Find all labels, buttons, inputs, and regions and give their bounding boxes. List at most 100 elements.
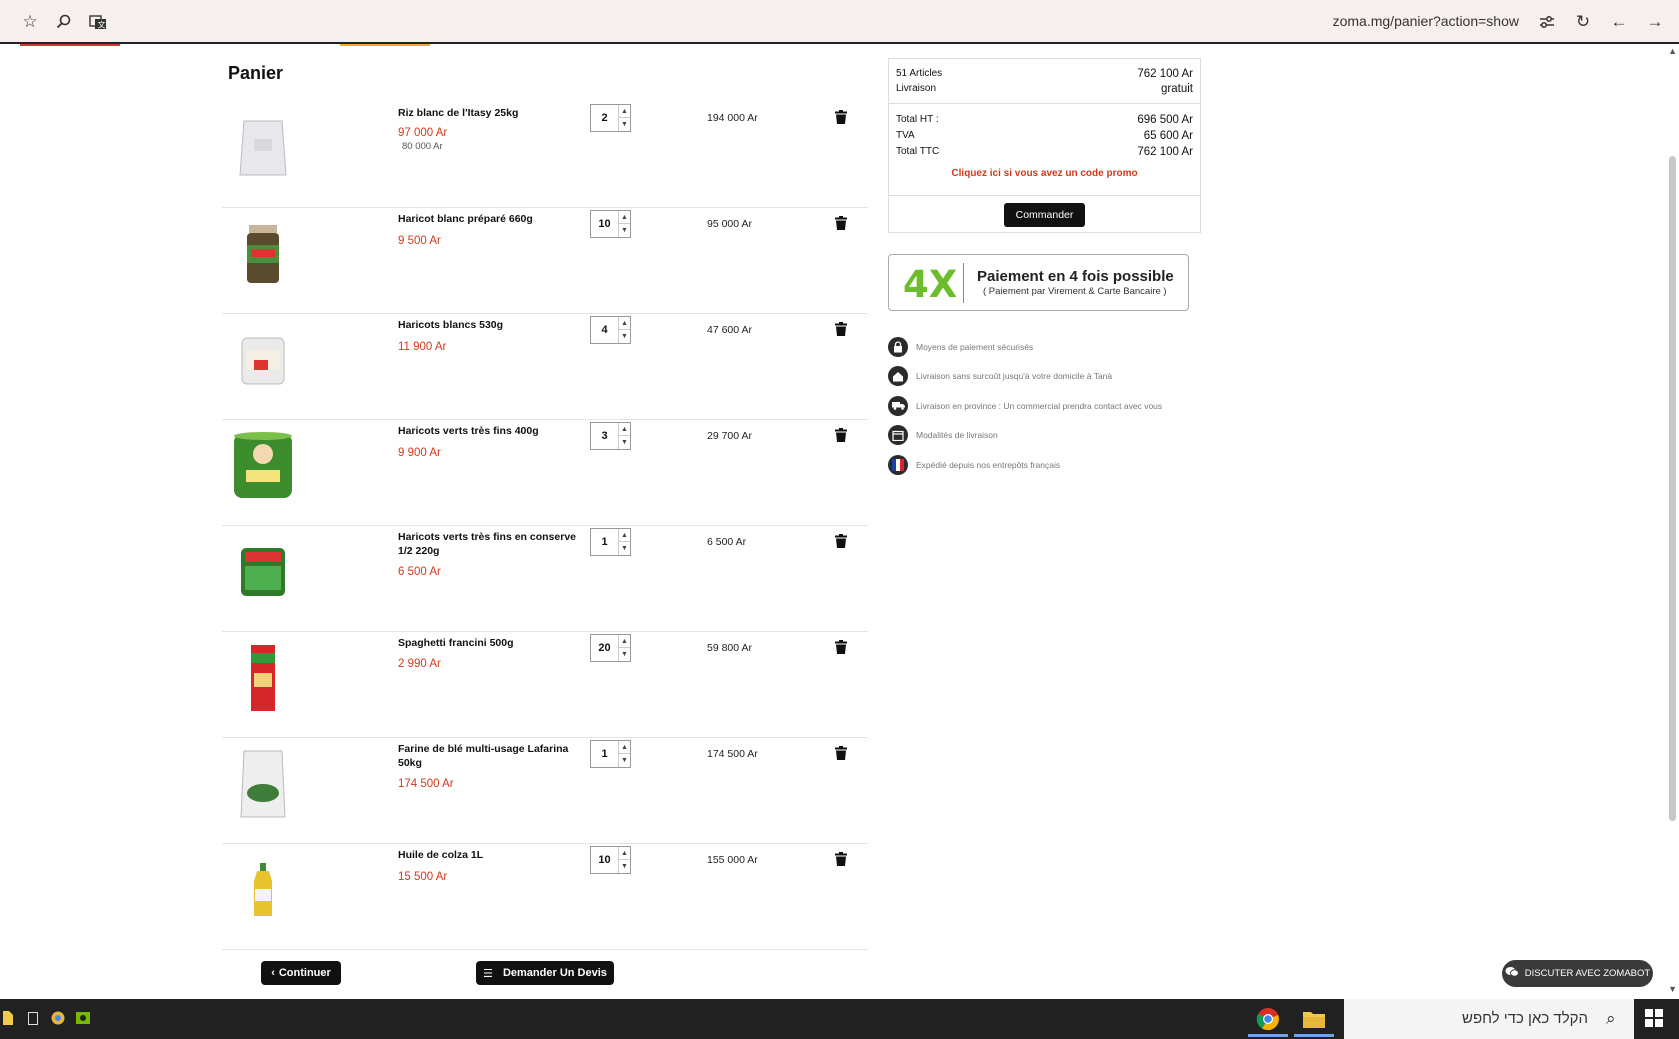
line-total: 155 000 Ar [707,854,758,866]
quantity-value[interactable]: 1 [591,741,618,767]
quantity-stepper[interactable]: 1 ▲ ▼ [590,740,631,768]
divider [889,195,1200,196]
product-image-huile[interactable] [230,850,296,930]
calendar-icon [888,425,908,446]
product-image-spaghetti[interactable] [230,638,296,718]
total-ttc-label: Total TTC [896,146,940,157]
promo-code-link[interactable]: Cliquez ici si vous avez un code promo [889,168,1200,179]
line-total: 47 600 Ar [707,324,752,336]
quantity-stepper[interactable]: 10 ▲ ▼ [590,846,631,874]
payment-4x-banner[interactable]: 4X Paiement en 4 fois possible ( Paiemen… [888,254,1189,311]
product-name[interactable]: Huile de colza 1L [398,848,588,862]
product-image-haricots-blancs[interactable] [230,320,296,400]
qty-down-icon[interactable]: ▼ [618,754,630,767]
quantity-stepper[interactable]: 2 ▲ ▼ [590,104,631,132]
trash-icon[interactable] [835,746,849,762]
qty-up-icon[interactable]: ▲ [618,105,630,118]
clipboard-icon[interactable] [25,1009,41,1027]
product-name[interactable]: Riz blanc de l'Itasy 25kg [398,106,588,120]
trash-icon[interactable] [835,640,849,656]
qty-up-icon[interactable]: ▲ [618,211,630,224]
product-image-farine[interactable] [230,744,296,824]
translate-icon[interactable]: 文 [86,10,110,34]
qty-down-icon[interactable]: ▼ [618,118,630,131]
chrome-taskbar-icon[interactable] [1248,1003,1288,1037]
nav-accent-red [20,44,120,46]
qty-up-icon[interactable]: ▲ [618,635,630,648]
qty-up-icon[interactable]: ▲ [618,423,630,436]
product-image-haricots-verts-conserve[interactable] [230,532,296,612]
address-bar[interactable]: zoma.mg/panier?action=show [1333,13,1519,29]
search-icon[interactable] [52,10,76,34]
windows-start-icon[interactable] [1645,1009,1665,1029]
cart-row: Haricots verts très fins en conserve 1/2… [222,526,868,632]
quantity-value[interactable]: 2 [591,105,618,131]
quantity-value[interactable]: 4 [591,317,618,343]
list-item: Livraison sans surcoût jusqu'à votre dom… [888,362,1218,392]
scroll-up-icon[interactable]: ▲ [1668,46,1677,56]
qty-down-icon[interactable]: ▼ [618,330,630,343]
file-explorer-icon[interactable] [1294,1003,1334,1037]
taskbar-search-placeholder[interactable]: הקלד כאן כדי לחפש [1462,1010,1588,1027]
quantity-value[interactable]: 1 [591,529,618,555]
product-name[interactable]: Haricots blancs 530g [398,318,588,332]
trash-icon[interactable] [835,216,849,232]
qty-down-icon[interactable]: ▼ [618,224,630,237]
quantity-stepper[interactable]: 1 ▲ ▼ [590,528,631,556]
trash-icon[interactable] [835,110,849,126]
feature-text: Livraison en province : Un commercial pr… [916,400,1163,411]
quantity-value[interactable]: 3 [591,423,618,449]
qty-up-icon[interactable]: ▲ [618,317,630,330]
nvidia-icon[interactable] [75,1009,91,1027]
page-scrollbar[interactable] [1665,46,1679,996]
product-image-rice[interactable] [230,108,296,188]
nav-accent-orange [340,44,430,46]
star-icon[interactable]: ☆ [18,10,42,34]
qty-down-icon[interactable]: ▼ [618,436,630,449]
scroll-down-icon[interactable]: ▼ [1668,984,1677,994]
product-name[interactable]: Farine de blé multi-usage Lafarina 50kg [398,742,588,770]
quantity-stepper[interactable]: 3 ▲ ▼ [590,422,631,450]
quantity-stepper[interactable]: 4 ▲ ▼ [590,316,631,344]
reload-icon[interactable]: ↻ [1571,10,1595,34]
product-name[interactable]: Haricots verts très fins en conserve 1/2… [398,530,588,558]
quantity-stepper[interactable]: 10 ▲ ▼ [590,210,631,238]
quantity-stepper[interactable]: 20 ▲ ▼ [590,634,631,662]
back-icon[interactable]: ← [1607,10,1631,34]
site-settings-icon[interactable] [1535,10,1559,34]
trash-icon[interactable] [835,534,849,550]
chatbot-button[interactable]: DISCUTER AVEC ZOMABOT [1502,960,1653,987]
trash-icon[interactable] [835,428,849,444]
quantity-value[interactable]: 10 [591,211,618,237]
product-name[interactable]: Haricot blanc préparé 660g [398,212,588,226]
scroll-thumb[interactable] [1669,156,1676,821]
list-item: Livraison en province : Un commercial pr… [888,391,1218,421]
chrome-small-icon[interactable] [50,1009,66,1027]
qty-down-icon[interactable]: ▼ [618,542,630,555]
qty-up-icon[interactable]: ▲ [618,529,630,542]
taskbar-search[interactable]: הקלד כאן כדי לחפש ⌕ [1344,999,1634,1039]
qty-up-icon[interactable]: ▲ [618,741,630,754]
request-quote-button[interactable]: ☰ Demander Un Devis [476,961,614,985]
qty-down-icon[interactable]: ▼ [618,648,630,661]
lock-icon [888,336,908,357]
forward-icon[interactable]: → [1643,10,1667,34]
trash-icon[interactable] [835,322,849,338]
line-total: 29 700 Ar [707,430,752,442]
product-name[interactable]: Haricots verts très fins 400g [398,424,588,438]
qty-down-icon[interactable]: ▼ [618,860,630,873]
product-name[interactable]: Spaghetti francini 500g [398,636,588,650]
file-icon[interactable] [0,1009,16,1027]
trash-icon[interactable] [835,852,849,868]
quantity-value[interactable]: 10 [591,847,618,873]
order-button[interactable]: Commander [1004,203,1085,227]
product-image-haricot-prepare[interactable] [230,214,296,294]
product-image-haricots-verts-400[interactable] [230,426,296,506]
home-icon [888,366,908,387]
continue-button[interactable]: ‹ Continuer [261,961,341,985]
fourx-subtitle: ( Paiement par Virement & Carte Bancaire… [983,286,1167,297]
feature-text: Modalités de livraison [916,430,998,441]
quantity-value[interactable]: 20 [591,635,618,661]
product-price: 2 990 Ar [398,658,441,670]
qty-up-icon[interactable]: ▲ [618,847,630,860]
